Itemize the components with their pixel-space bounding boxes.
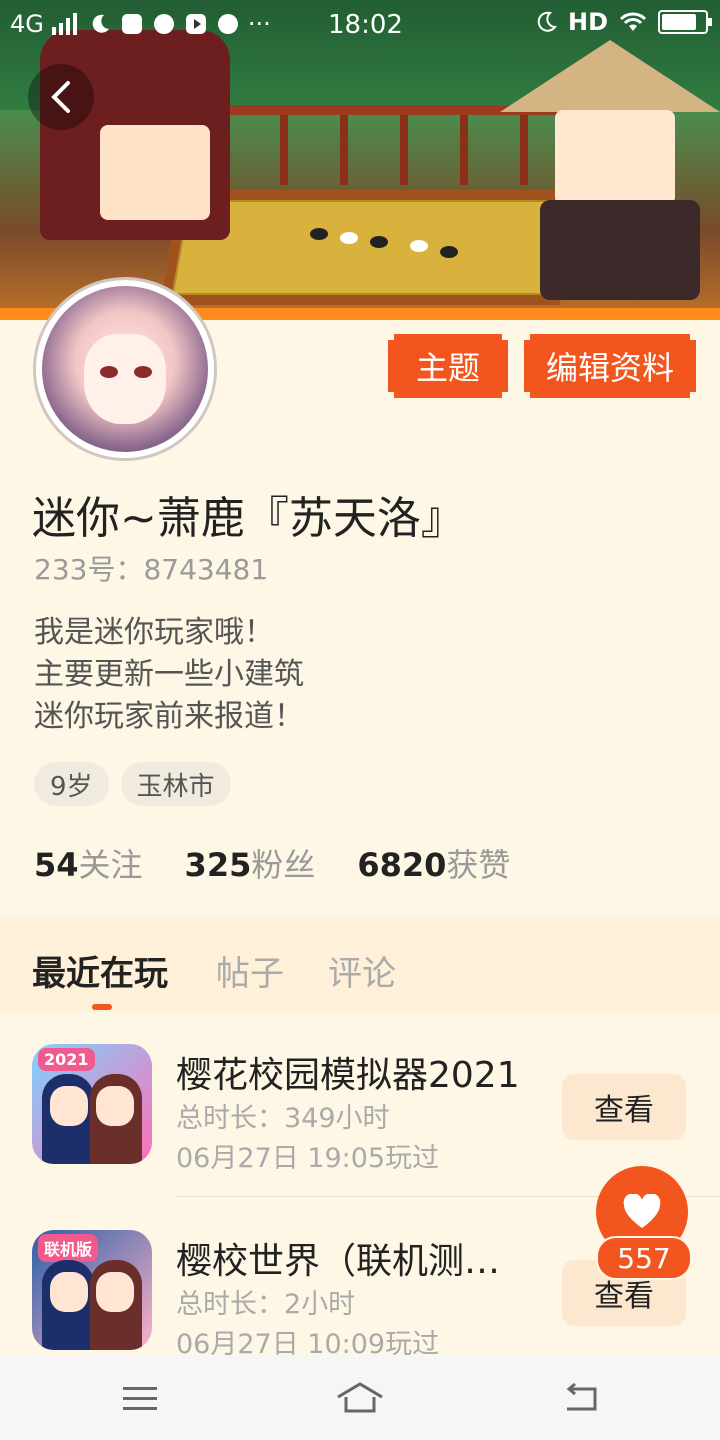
following-stat[interactable]: 54关注 (34, 840, 143, 886)
edit-profile-button[interactable]: 编辑资料 (524, 334, 696, 398)
status-bar: 4G ··· 18:02 HD (0, 0, 720, 50)
return-icon (566, 1383, 597, 1411)
chevron-left-icon (51, 81, 70, 113)
tab-active-indicator (92, 1004, 112, 1010)
profile-tabs: 最近在玩 帖子 评论 (0, 916, 720, 1012)
network-label: 4G (10, 10, 44, 38)
go-stone (340, 232, 358, 244)
game-last-played: 06月27日 19:05玩过 (176, 1143, 440, 1174)
likes-stat[interactable]: 6820获赞 (357, 840, 510, 886)
do-not-disturb-icon (537, 11, 557, 32)
game-duration: 总时长：2小时 (176, 1289, 356, 1320)
system-nav-bar (0, 1356, 720, 1440)
profile-tags: 9岁 玉林市 (34, 762, 231, 806)
ball-icon (217, 14, 238, 34)
age-tag: 9岁 (34, 762, 109, 806)
game-icon: 联机版 (32, 1230, 152, 1350)
tab-comments[interactable]: 评论 (328, 946, 396, 995)
battery-icon (658, 10, 712, 34)
play-icon (185, 14, 206, 34)
game-icon: 2021 (32, 1044, 152, 1164)
back-button[interactable] (28, 64, 94, 130)
go-stone (440, 246, 458, 258)
followers-label: 粉丝 (251, 846, 316, 884)
likes-label: 获赞 (446, 846, 511, 884)
wifi-icon (619, 12, 647, 31)
bio-line: 主要更新一些小建筑 (34, 657, 304, 692)
likes-count: 6820 (357, 846, 447, 884)
home-icon (337, 1382, 383, 1413)
avatar-eye (100, 366, 118, 378)
clock: 18:02 (328, 10, 403, 40)
go-stone (310, 228, 328, 240)
profile-uid: 233号：8743481 (34, 553, 269, 586)
avatar-eye (134, 366, 152, 378)
game-title: 樱花校园模拟器2021 (176, 1055, 520, 1096)
profile-bio: 我是迷你玩家哦！ 主要更新一些小建筑 迷你玩家前来报道！ (34, 612, 304, 738)
bio-line: 迷你玩家前来报道！ (34, 699, 304, 734)
game-title: 樱校世界（联机测… (176, 1241, 501, 1282)
profile-stats: 54关注 325粉丝 6820获赞 (34, 840, 510, 886)
following-label: 关注 (78, 846, 143, 884)
like-count: 557 (596, 1236, 692, 1280)
game-duration: 总时长：349小时 (176, 1103, 390, 1134)
game-icon-badge: 联机版 (38, 1234, 99, 1262)
profile-name: 迷你~萧鹿『苏天洛』 (32, 493, 465, 544)
go-stone (370, 236, 388, 248)
go-stone (410, 240, 428, 252)
bio-line: 我是迷你玩家哦！ (34, 615, 274, 650)
moon-icon (92, 14, 109, 33)
more-notifications: ··· (247, 10, 271, 38)
avatar-face (84, 334, 166, 424)
menu-icon (123, 1387, 157, 1410)
theme-button[interactable]: 主题 (388, 334, 508, 398)
signal-icon (51, 13, 77, 35)
heart-icon (623, 1194, 661, 1228)
status-left: 4G ··· (10, 10, 271, 38)
tab-posts[interactable]: 帖子 (216, 946, 284, 995)
game-icon-badge: 2021 (38, 1048, 95, 1071)
view-button[interactable]: 查看 (562, 1074, 686, 1140)
status-right: HD (534, 8, 712, 36)
menu-button[interactable] (116, 1374, 164, 1422)
followers-stat[interactable]: 325粉丝 (185, 840, 316, 886)
tab-recent-playing[interactable]: 最近在玩 (32, 946, 168, 995)
banner-character-left (40, 30, 230, 240)
home-button[interactable] (336, 1374, 384, 1422)
game-last-played: 06月27日 10:09玩过 (176, 1329, 440, 1356)
banner-character-right (500, 40, 720, 300)
app-notification-icon (121, 14, 142, 34)
list-item[interactable]: 2021 樱花校园模拟器2021 总时长：349小时 06月27日 19:05玩… (0, 1012, 720, 1196)
hd-label: HD (567, 8, 608, 36)
return-button[interactable] (556, 1374, 604, 1422)
following-count: 54 (34, 846, 79, 884)
fan-icon (153, 14, 174, 34)
followers-count: 325 (184, 846, 252, 884)
city-tag: 玉林市 (120, 762, 231, 806)
avatar[interactable] (36, 280, 214, 458)
